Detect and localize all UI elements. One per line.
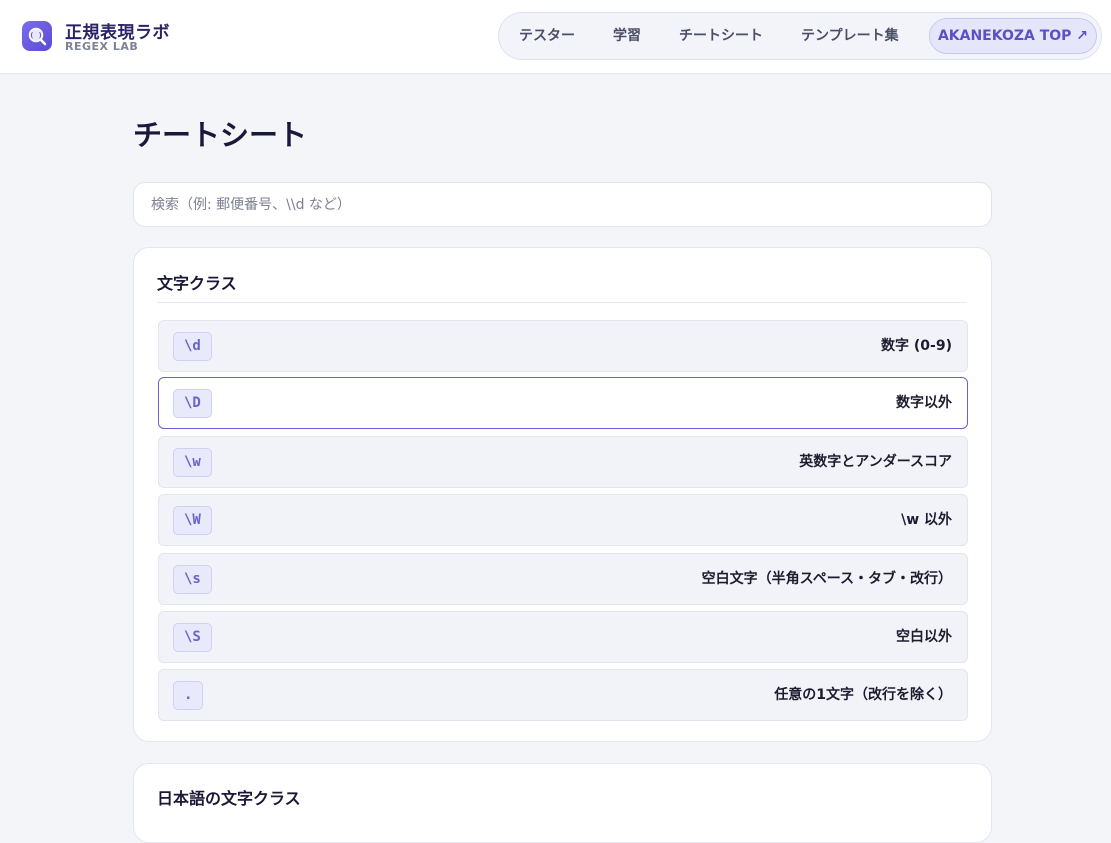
- token-description: 数字以外: [896, 395, 952, 411]
- regex-token: \s: [173, 565, 212, 594]
- svg-text:( ): ( ): [30, 32, 43, 40]
- section-divider: [157, 302, 967, 303]
- token-description: 空白文字（半角スペース・タブ・改行）: [701, 571, 952, 587]
- token-description: \w 以外: [901, 512, 952, 528]
- section-japanese-character-classes: 日本語の文字クラス: [133, 763, 992, 843]
- top-navigation-bar: ( ) 正規表現ラボ REGEX LAB テスター 学習 チートシート テンプレ…: [0, 0, 1111, 74]
- nav-learn[interactable]: 学習: [613, 13, 641, 59]
- brand-subtitle: REGEX LAB: [65, 40, 139, 53]
- token-description: 英数字とアンダースコア: [799, 454, 952, 470]
- section-title: 文字クラス: [157, 274, 237, 293]
- nav-tester[interactable]: テスター: [519, 13, 575, 59]
- regex-token: \S: [173, 623, 212, 652]
- akanekoza-top-link[interactable]: AKANEKOZA TOP ↗: [929, 18, 1097, 54]
- cheat-row[interactable]: \W \w 以外: [158, 494, 968, 546]
- section-character-classes: 文字クラス \d 数字 (0-9) \D 数字以外 \w 英数字とアンダースコア…: [133, 247, 992, 742]
- cheat-row-active[interactable]: \D 数字以外: [158, 377, 968, 429]
- regex-token: \d: [173, 332, 212, 361]
- regex-token: .: [173, 681, 204, 710]
- token-description: 空白以外: [896, 629, 952, 645]
- regex-token: \W: [173, 506, 212, 535]
- regex-token: \w: [173, 448, 212, 477]
- section-title: 日本語の文字クラス: [157, 789, 301, 808]
- cheat-row[interactable]: \s 空白文字（半角スペース・タブ・改行）: [158, 553, 968, 605]
- cheat-row[interactable]: \w 英数字とアンダースコア: [158, 436, 968, 488]
- regex-token: \D: [173, 389, 212, 418]
- token-description: 数字 (0-9): [881, 338, 952, 354]
- page-title: チートシート: [133, 118, 308, 152]
- main-nav: テスター 学習 チートシート テンプレート集 AKANEKOZA TOP ↗: [498, 12, 1102, 60]
- token-description: 任意の1文字（改行を除く）: [774, 687, 952, 703]
- cheat-row[interactable]: \S 空白以外: [158, 611, 968, 663]
- cheat-row[interactable]: \d 数字 (0-9): [158, 320, 968, 372]
- nav-cheatsheet[interactable]: チートシート: [679, 13, 763, 59]
- nav-templates[interactable]: テンプレート集: [801, 13, 899, 59]
- magnifier-regex-icon[interactable]: ( ): [22, 21, 52, 51]
- search-input[interactable]: [133, 182, 992, 227]
- cheat-row[interactable]: . 任意の1文字（改行を除く）: [158, 669, 968, 721]
